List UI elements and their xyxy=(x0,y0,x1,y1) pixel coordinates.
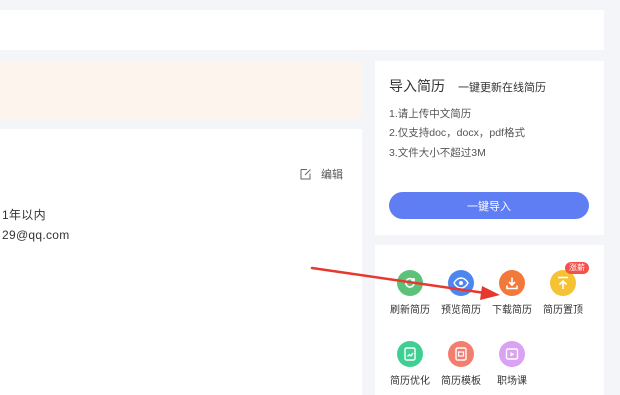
red-arrow-annotation xyxy=(310,266,500,300)
